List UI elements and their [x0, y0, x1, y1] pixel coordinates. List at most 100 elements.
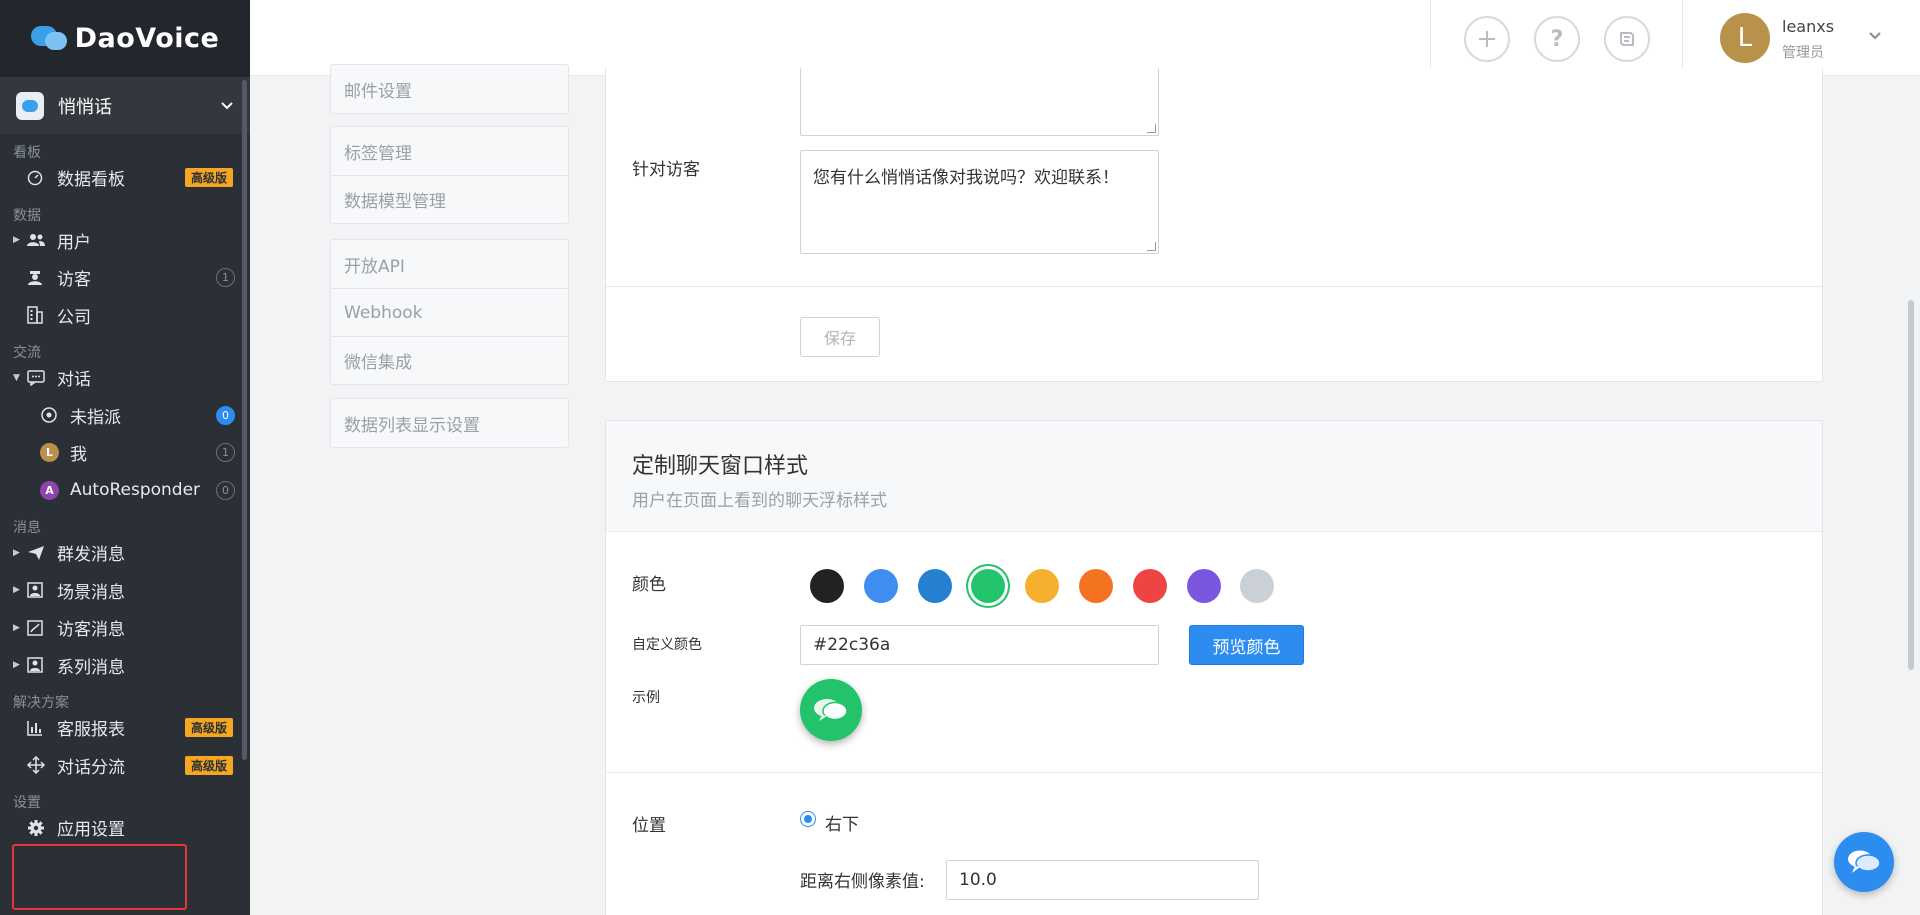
section-messages: 消息 [13, 520, 41, 536]
sidebar-item-visitor-messages[interactable]: ▶ 访客消息 [0, 609, 250, 647]
right-offset-input[interactable]: 10.0 [946, 860, 1259, 900]
color-swatch[interactable] [917, 569, 952, 603]
dashboard-icon [27, 170, 57, 186]
bar-chart-icon [27, 720, 57, 736]
visitor-label: 针对访客 [632, 160, 700, 180]
settings-menu-group: 开放API Webhook 微信集成 [330, 239, 569, 385]
workspace-name: 悄悄话 [58, 96, 112, 118]
sidebar-item-label: 数据看板 [57, 170, 125, 191]
visitor-greeting-textarea[interactable]: 您有什么悄悄话像对我说吗？欢迎联系！ [800, 150, 1159, 254]
save-button[interactable]: 保存 [800, 317, 880, 357]
color-swatch[interactable] [1186, 569, 1221, 603]
sample-chat-bubble [800, 679, 862, 741]
sidebar-item-conversations[interactable]: ▼ 对话 [0, 359, 250, 397]
color-swatch[interactable] [810, 569, 844, 603]
color-swatch[interactable] [863, 569, 898, 603]
menu-item-email[interactable]: 邮件设置 [331, 65, 568, 113]
chevron-down-icon [220, 96, 234, 115]
custom-color-input[interactable]: #22c36a [800, 625, 1159, 665]
logo[interactable]: DaoVoice [0, 0, 250, 77]
menu-item-wechat[interactable]: 微信集成 [331, 336, 568, 384]
sidebar-item-companies[interactable]: 公司 [0, 297, 250, 335]
pro-badge: 高级版 [184, 168, 233, 188]
building-icon [27, 306, 57, 324]
custom-color-label: 自定义颜色 [632, 637, 702, 653]
resize-grip-icon [1147, 124, 1156, 133]
main-scrollbar[interactable] [1908, 300, 1914, 670]
sidebar-item-broadcast[interactable]: ▶ 群发消息 [0, 534, 250, 572]
section-data: 数据 [13, 207, 41, 224]
sidebar-item-label: 群发消息 [57, 545, 125, 566]
sidebar-item-dashboard[interactable]: 数据看板 高级版 [0, 159, 250, 197]
count-badge: 0 [216, 405, 235, 425]
menu-item-open-api[interactable]: 开放API [331, 240, 568, 288]
sidebar-item-scene[interactable]: ▶ 场景消息 [0, 572, 250, 610]
workspace-switcher[interactable]: 悄悄话 [0, 77, 250, 134]
sidebar-item-label: 应用设置 [57, 820, 125, 841]
greeting-textarea[interactable] [800, 68, 1159, 136]
sidebar-item-routing[interactable]: 对话分流 高级版 [0, 747, 250, 785]
add-button[interactable] [1464, 16, 1510, 62]
pro-badge: 高级版 [184, 718, 233, 738]
menu-item-data-model[interactable]: 数据模型管理 [331, 175, 568, 223]
sidebar-item-label: 对话分流 [57, 757, 125, 778]
card-header: 定制聊天窗口样式 用户在页面上看到的聊天浮标样式 [606, 421, 1822, 532]
avatar: L [40, 443, 59, 463]
caret-right-icon: ▶ [13, 622, 20, 633]
sidebar-item-app-settings[interactable]: 应用设置 [0, 809, 250, 847]
sidebar-item-series[interactable]: ▶ 系列消息 [0, 647, 250, 685]
menu-item-list-display[interactable]: 数据列表显示设置 [331, 399, 568, 447]
divider [1682, 0, 1683, 76]
workspace-avatar [16, 91, 44, 120]
right-offset-value: 10.0 [959, 870, 997, 890]
position-radio[interactable] [800, 811, 816, 827]
chat-launcher-button[interactable] [1834, 832, 1894, 892]
sidebar-item-users[interactable]: ▶ 用户 [0, 222, 250, 260]
sidebar-item-label: AutoResponder [70, 480, 201, 501]
divider [606, 286, 1822, 287]
color-label: 颜色 [632, 575, 666, 595]
user-name: leanxs [1782, 17, 1835, 36]
sidebar-item-label: 客服报表 [57, 720, 125, 741]
sidebar-item-label: 访客 [57, 270, 91, 291]
sidebar-scrollbar[interactable] [242, 80, 247, 760]
pro-badge: 高级版 [184, 755, 233, 775]
divider [1430, 0, 1431, 76]
preview-color-button[interactable]: 预览颜色 [1189, 625, 1304, 665]
sidebar-item-me[interactable]: L 我 1 [0, 434, 250, 472]
color-swatch[interactable] [1025, 569, 1060, 603]
sidebar-item-label: 场景消息 [57, 582, 125, 603]
sidebar-item-autoresponder[interactable]: A AutoResponder 0 [0, 472, 250, 510]
plus-icon [1479, 31, 1495, 47]
caret-down-icon: ▼ [13, 372, 20, 383]
greeting-card: 针对访客 您有什么悄悄话像对我说吗？欢迎联系！ 保存 [605, 68, 1823, 382]
notes-button[interactable] [1604, 16, 1650, 62]
color-swatch[interactable] [1079, 569, 1113, 603]
count-badge: 1 [216, 268, 235, 288]
menu-item-tags[interactable]: 标签管理 [331, 127, 568, 175]
target-icon [40, 406, 70, 424]
sample-label: 示例 [632, 690, 660, 706]
sidebar-item-label: 系列消息 [57, 657, 125, 678]
sidebar-item-visitors[interactable]: 访客 1 [0, 259, 250, 297]
position-label: 位置 [632, 816, 666, 836]
sidebar-item-reports[interactable]: 客服报表 高级版 [0, 709, 250, 747]
caret-right-icon: ▶ [13, 660, 20, 671]
sidebar-item-label: 对话 [57, 370, 91, 391]
section-settings: 设置 [13, 795, 41, 811]
conversation-icon [27, 370, 57, 386]
resize-grip-icon [1147, 242, 1156, 251]
sidebar: DaoVoice 悄悄话 看板 数据看板 高级版 数据 ▶ 用户 访客 1 公司… [0, 0, 250, 915]
settings-menu-group: 邮件设置 [330, 64, 569, 114]
right-offset-label: 距离右侧像素值: [800, 872, 925, 892]
gear-icon [27, 819, 57, 837]
visitor-message-icon [27, 620, 57, 636]
menu-item-webhook[interactable]: Webhook [331, 288, 568, 336]
send-icon [27, 545, 57, 561]
color-swatch[interactable] [1240, 569, 1275, 603]
settings-menu-group: 标签管理 数据模型管理 [330, 126, 569, 224]
help-button[interactable]: ? [1534, 16, 1580, 62]
sidebar-item-unassigned[interactable]: 未指派 0 [0, 397, 250, 435]
color-swatch[interactable] [1132, 569, 1167, 603]
color-swatch[interactable] [971, 569, 1006, 603]
